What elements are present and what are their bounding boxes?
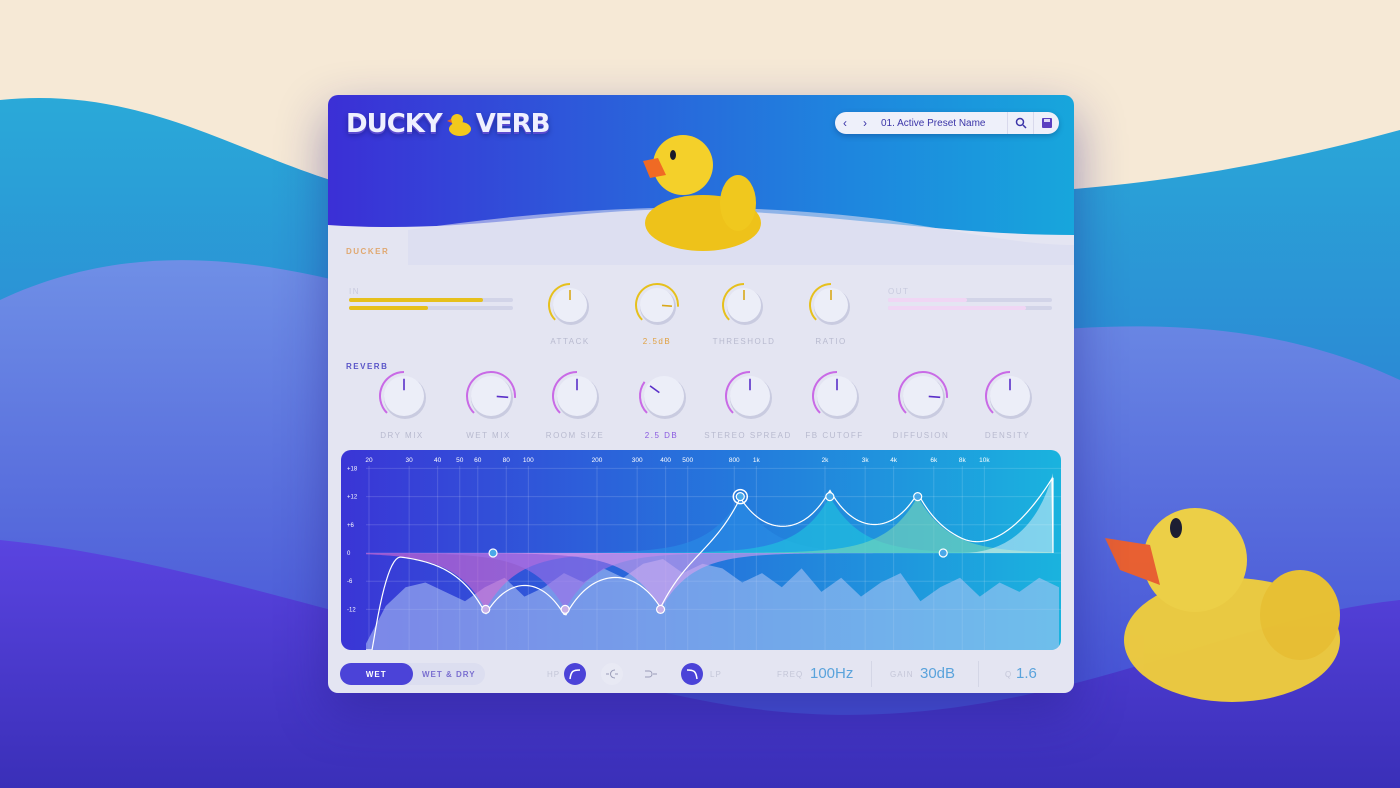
eq-band-handle[interactable]	[481, 604, 491, 614]
duck-logo-icon	[446, 114, 471, 136]
highpass-filter-icon[interactable]	[564, 663, 586, 685]
in-label: IN	[349, 287, 360, 296]
eq-band-handle[interactable]	[938, 548, 948, 558]
knob-2-5db[interactable]: 2.5dB	[632, 281, 682, 346]
q-value[interactable]: 1.6	[1016, 665, 1037, 682]
ducker-title: DUCKER	[346, 247, 390, 256]
hp-label: HP	[547, 670, 561, 679]
knob-label: ATTACK	[550, 337, 590, 346]
knob-fb-cutoff[interactable]: FB CUTOFF	[805, 369, 862, 440]
freq-tick-label: 300	[632, 457, 643, 464]
gain-value[interactable]: 30dB	[920, 665, 955, 682]
freq-tick-label: 10k	[979, 457, 990, 464]
freq-tick-label: 40	[434, 457, 442, 464]
knob-label: THRESHOLD	[712, 337, 776, 346]
eq-band-handle[interactable]	[655, 604, 666, 614]
knob-label: STEREO SPREAD	[704, 431, 792, 440]
output-mode-toggle: WET WET & DRY	[340, 663, 485, 685]
q-label: Q	[1005, 670, 1013, 679]
preset-name[interactable]: 01. Active Preset Name	[875, 118, 1007, 129]
rubber-duck-mascot	[643, 135, 761, 251]
knob-diffusion[interactable]: DIFFUSION	[893, 369, 948, 440]
eq-graph[interactable]: 20 30 40 50 60 80 100 200 300 400 500 800 1k 2k 3k 4k 6k…	[341, 450, 1061, 650]
lowpass-filter-icon[interactable]	[681, 663, 703, 685]
knob-dry-mix[interactable]: DRY MIX	[377, 369, 427, 440]
eq-band-handle[interactable]	[488, 548, 498, 558]
gain-label: GAIN	[890, 670, 914, 679]
knob-label: DRY MIX	[380, 431, 424, 440]
knob-label: DIFFUSION	[892, 431, 950, 440]
notch-filter-icon[interactable]	[640, 663, 662, 685]
out-label: OUT	[888, 287, 910, 296]
freq-tick-label: 400	[660, 457, 671, 464]
freq-tick-label: 200	[592, 457, 603, 464]
knob-label: DENSITY	[984, 431, 1031, 440]
search-icon[interactable]	[1007, 112, 1033, 134]
freq-tick-label: 3k	[862, 457, 870, 464]
divider	[978, 661, 979, 687]
knob-2-5-db[interactable]: 2.5 DB	[637, 369, 687, 440]
freq-tick-label: 1k	[753, 457, 761, 464]
gain-tick-label: 0	[347, 551, 351, 557]
knob-ratio[interactable]: RATIO	[806, 281, 856, 346]
chevron-right-icon[interactable]: ›	[855, 116, 875, 130]
freq-tick-label: 8k	[959, 457, 967, 464]
freq-tick-label: 80	[503, 457, 511, 464]
gain-tick-label: +12	[347, 495, 358, 501]
preset-selector: ‹ › 01. Active Preset Name	[835, 112, 1059, 134]
chevron-left-icon[interactable]: ‹	[835, 116, 855, 130]
knob-pointer	[496, 395, 508, 399]
knob-room-size[interactable]: ROOM SIZE	[546, 369, 603, 440]
in-meter-left	[349, 298, 513, 302]
gain-tick-label: +6	[347, 523, 355, 529]
out-meter-left	[888, 298, 1052, 302]
knob-attack[interactable]: ATTACK	[545, 281, 595, 346]
freq-tick-label: 6k	[930, 457, 938, 464]
divider	[871, 661, 872, 687]
freq-tick-label: 100	[523, 457, 534, 464]
knob-pointer	[661, 304, 673, 307]
knob-pointer	[928, 395, 941, 399]
plugin-window: DUCKY VERB ‹ › 01. Active Preset Name DU…	[328, 95, 1074, 693]
freq-tick-label: 60	[474, 457, 482, 464]
knob-label: ROOM SIZE	[545, 431, 605, 440]
gain-tick-label: -6	[347, 579, 353, 585]
logo: DUCKY VERB	[346, 109, 550, 139]
wet-dry-button[interactable]: WET & DRY	[413, 663, 486, 685]
freq-tick-label: 50	[456, 457, 464, 464]
freq-value[interactable]: 100Hz	[810, 665, 853, 682]
eq-band-handle[interactable]	[560, 604, 570, 614]
gain-tick-label: +18	[347, 466, 358, 472]
freq-tick-label: 30	[406, 457, 414, 464]
lp-label: LP	[710, 670, 722, 679]
freq-tick-label: 500	[682, 457, 693, 464]
out-meter-right	[888, 306, 1052, 310]
footer-bar: WET WET & DRY HP LP FREQ 100Hz GAIN 30dB…	[328, 655, 1074, 693]
freq-tick-label: 20	[365, 457, 373, 464]
eq-band-handle[interactable]	[825, 491, 835, 502]
knob-label: WET MIX	[466, 431, 511, 440]
freq-tick-label: 2k	[822, 457, 830, 464]
knob-label: 2.5 DB	[644, 431, 679, 440]
save-icon[interactable]	[1033, 112, 1059, 134]
knob-wet-mix[interactable]: WET MIX	[464, 369, 516, 440]
freq-tick-label: 800	[729, 457, 740, 464]
wet-button[interactable]: WET	[340, 663, 413, 685]
knob-threshold[interactable]: THRESHOLD	[713, 281, 774, 346]
knob-label: 2.5dB	[642, 337, 672, 346]
eq-band-handle[interactable]	[913, 491, 923, 502]
in-meter-right	[349, 306, 513, 310]
freq-label: FREQ	[777, 670, 804, 679]
gain-tick-label: -12	[347, 607, 356, 613]
eq-band-handle[interactable]	[735, 491, 745, 502]
knob-label: RATIO	[815, 337, 847, 346]
knob-stereo-spread[interactable]: STEREO SPREAD	[704, 369, 790, 440]
knob-density[interactable]: DENSITY	[983, 369, 1033, 440]
freq-tick-label: 4k	[890, 457, 898, 464]
bell-filter-icon[interactable]	[601, 663, 623, 685]
knob-label: FB CUTOFF	[805, 431, 864, 440]
